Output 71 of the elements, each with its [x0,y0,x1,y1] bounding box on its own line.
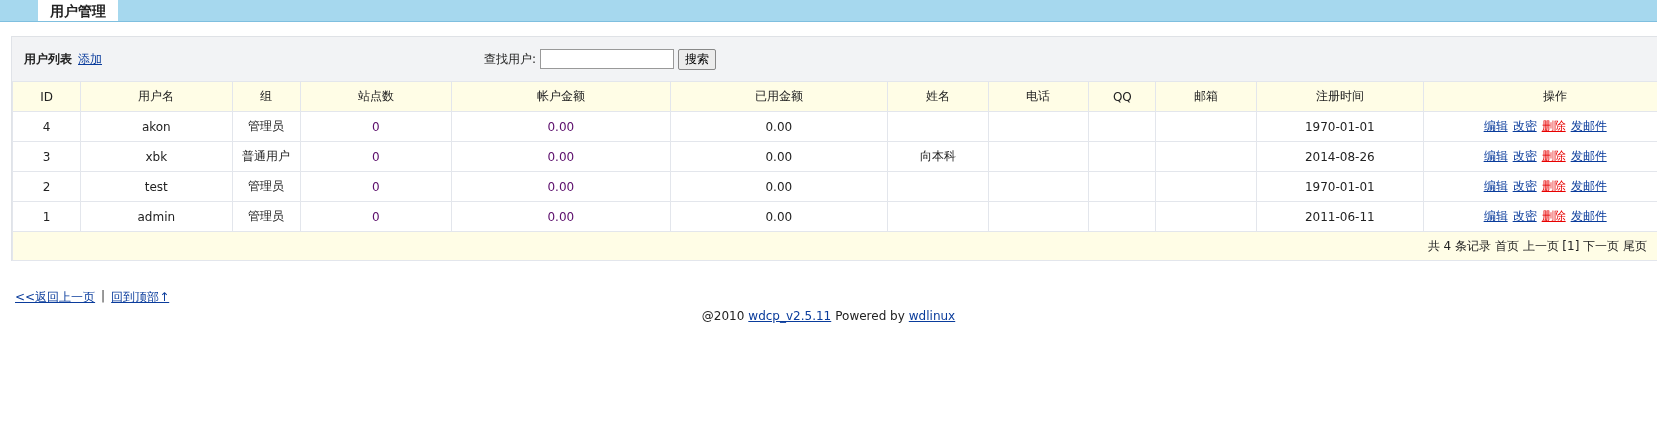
balance-cell: 0.00 [547,149,575,164]
id-cell: 2 [42,179,51,194]
add-link[interactable]: 添加 [78,50,102,68]
action-link[interactable]: 编辑 [1483,119,1508,133]
used-amount-cell: 0.00 [765,209,793,224]
date-cell: 1970-01-01 [1304,179,1375,194]
used-amount-cell: 0.00 [765,119,793,134]
username-cell: akon [141,119,171,134]
group-cell: 管理员 [248,119,285,133]
column-header: ID [40,89,53,104]
column-header: 已用金额 [754,89,803,103]
group-cell: 管理员 [248,179,285,193]
action-link[interactable]: 编辑 [1483,179,1508,193]
group-cell: 普通用户 [242,149,291,163]
action-link[interactable]: 改密 [1512,179,1537,193]
date-cell: 2011-06-11 [1304,209,1375,224]
date-cell: 2014-08-26 [1304,149,1375,164]
top-link[interactable]: 回到顶部↑ [111,289,170,306]
column-header: 姓名 [925,89,950,103]
username-cell: xbk [145,149,168,164]
delete-link[interactable]: 删除 [1541,179,1566,193]
name-cell: 向本科 [919,149,956,163]
search-button[interactable]: 搜索 [678,48,717,70]
back-link[interactable]: <<返回上一页 [15,289,96,306]
page-tab[interactable]: 用户管理 [38,0,118,21]
list-title: 用户列表 [24,50,72,68]
used-amount-cell: 0.00 [765,179,793,194]
delete-link[interactable]: 删除 [1541,149,1566,163]
id-cell: 1 [42,209,51,224]
id-cell: 4 [42,119,51,134]
balance-cell: 0.00 [547,179,575,194]
column-header: 邮箱 [1194,89,1219,103]
search-label: 查找用户: [484,50,537,68]
site-count-cell: 0 [372,119,380,134]
balance-cell: 0.00 [547,209,575,224]
action-link[interactable]: 发邮件 [1570,119,1607,133]
version-link[interactable]: wdcp_v2.5.11 [748,309,832,323]
column-header: 注册时间 [1315,89,1364,103]
vendor-link[interactable]: wdlinux [908,309,956,323]
pagination-text: 共 4 条记录 首页 上一页 [1] 下一页 尾页 [1427,238,1647,253]
balance-cell: 0.00 [547,119,575,134]
used-amount-cell: 0.00 [765,149,793,164]
column-header: 站点数 [357,89,394,103]
action-link[interactable]: 改密 [1512,149,1537,163]
action-link[interactable]: 编辑 [1483,149,1508,163]
site-count-cell: 0 [372,209,380,224]
action-link[interactable]: 改密 [1512,209,1537,223]
site-count-cell: 0 [372,179,380,194]
action-link[interactable]: 发邮件 [1570,179,1607,193]
username-cell: admin [137,209,176,224]
action-link[interactable]: 改密 [1512,119,1537,133]
copyright-text: @2010 [701,309,745,323]
powered-by-text: Powered by [835,309,905,323]
column-header: 电话 [1026,89,1051,103]
username-cell: test [144,179,168,194]
action-link[interactable]: 发邮件 [1570,209,1607,223]
date-cell: 1970-01-01 [1304,119,1375,134]
search-field[interactable] [540,49,675,69]
delete-link[interactable]: 删除 [1541,209,1566,223]
column-header: 用户名 [138,89,175,103]
site-count-cell: 0 [372,149,380,164]
column-header: 组 [260,89,273,103]
group-cell: 管理员 [248,209,285,223]
action-link[interactable]: 编辑 [1483,209,1508,223]
link-separator: | [101,289,106,305]
id-cell: 3 [42,149,51,164]
column-header: 操作 [1543,89,1568,103]
column-header: QQ [1112,89,1132,104]
action-link[interactable]: 发邮件 [1570,149,1607,163]
column-header: 帐户金额 [536,89,585,103]
delete-link[interactable]: 删除 [1541,119,1566,133]
